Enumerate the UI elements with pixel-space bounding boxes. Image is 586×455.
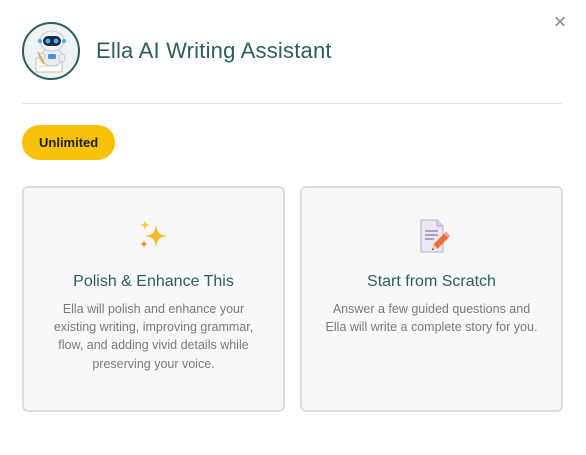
close-button[interactable]: × [550, 11, 570, 33]
plan-badge: Unlimited [22, 125, 116, 160]
robot-avatar-icon [35, 30, 67, 73]
header-divider [22, 103, 562, 104]
avatar [22, 22, 80, 80]
option-title: Polish & Enhance This [73, 273, 234, 290]
option-description: Ella will polish and enhance your existi… [53, 302, 254, 371]
sparkles-icon [134, 216, 174, 256]
option-title: Start from Scratch [367, 273, 496, 290]
close-icon[interactable]: × [554, 11, 567, 33]
modal-title: Ella AI Writing Assistant [96, 38, 332, 63]
modal-header: Ella AI Writing Assistant [22, 22, 332, 80]
writing-assistant-modal: × Ella AI Writing Assistant Unlimited Po… [0, 0, 586, 455]
polish-enhance-option[interactable]: Polish & Enhance This Ella will polish a… [22, 186, 285, 412]
document-pencil-icon [412, 216, 452, 256]
start-from-scratch-option[interactable]: Start from Scratch Answer a few guided q… [300, 186, 563, 412]
option-description: Answer a few guided questions and Ella w… [325, 302, 538, 335]
